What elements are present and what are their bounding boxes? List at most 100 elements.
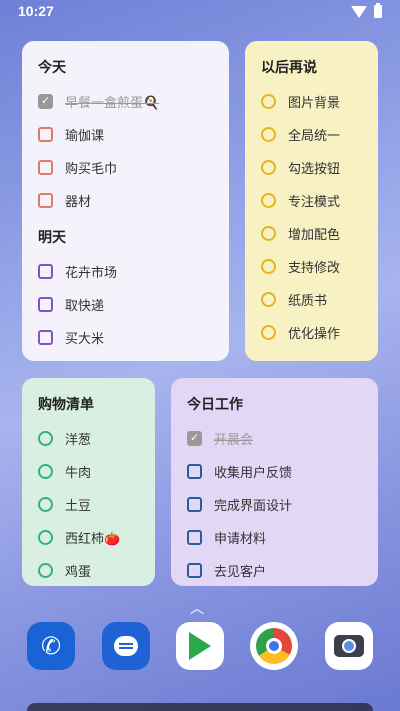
todo-label: 西红柿🍅	[65, 532, 121, 547]
checkbox-icon[interactable]	[38, 563, 53, 578]
checkbox-icon[interactable]	[38, 160, 53, 175]
todo-item[interactable]: 取快递	[38, 288, 213, 321]
todo-item[interactable]: 增加配色	[261, 217, 362, 250]
status-time: 10:27	[18, 3, 54, 19]
todo-item[interactable]: 勾选按钮	[261, 151, 362, 184]
todo-item[interactable]: 鸡蛋	[38, 554, 139, 587]
checkbox-icon[interactable]	[187, 464, 202, 479]
todo-item[interactable]: 早餐一盒煎蛋🍳	[38, 85, 213, 118]
wifi-icon	[351, 5, 367, 18]
navigation-handle[interactable]	[27, 703, 373, 711]
todo-item[interactable]: 去见客户	[187, 554, 362, 587]
todo-label: 买大米	[65, 332, 105, 347]
checkbox-icon[interactable]	[38, 497, 53, 512]
today-widget[interactable]: 今天 早餐一盒煎蛋🍳 瑜伽课 购买毛巾 器材 明天 花卉市场 取快递 买大米	[22, 41, 229, 361]
checkbox-icon[interactable]	[261, 160, 276, 175]
chevron-up-icon[interactable]: ︿	[190, 598, 204, 618]
battery-icon	[374, 3, 382, 18]
todo-label: 收集用户反馈	[214, 466, 293, 481]
todo-label: 优化操作	[288, 327, 341, 342]
todo-item[interactable]: 申请材料	[187, 521, 362, 554]
todo-item[interactable]: 优化操作	[261, 316, 362, 349]
todo-label: 支持修改	[288, 261, 341, 276]
todo-label: 去见客户	[214, 565, 267, 580]
checkbox-icon[interactable]	[187, 530, 202, 545]
checkbox-icon[interactable]	[261, 193, 276, 208]
todo-label: 全局统一	[288, 129, 341, 144]
checkbox-icon[interactable]	[187, 563, 202, 578]
checkbox-icon[interactable]	[187, 497, 202, 512]
todo-item[interactable]: 瑜伽课	[38, 118, 213, 151]
later-title: 以后再说	[261, 60, 317, 76]
todo-item[interactable]: 专注模式	[261, 184, 362, 217]
todo-label: 洋葱	[65, 433, 92, 448]
checkbox-icon[interactable]	[38, 330, 53, 345]
checkbox-icon[interactable]	[38, 127, 53, 142]
checked-checkbox-icon[interactable]	[187, 431, 202, 446]
status-bar: 10:27	[0, 0, 400, 24]
todo-item[interactable]: 支持修改	[261, 250, 362, 283]
checkbox-icon[interactable]	[38, 297, 53, 312]
checkbox-icon[interactable]	[261, 127, 276, 142]
todo-label: 开晨会	[214, 433, 254, 448]
todo-item[interactable]: 西红柿🍅	[38, 521, 139, 554]
todo-label: 牛肉	[65, 466, 92, 481]
todo-label: 器材	[65, 195, 92, 210]
later-widget[interactable]: 以后再说 图片背景 全局统一 勾选按钮 专注模式 增加配色 支持修改 纸质书 优…	[245, 41, 378, 361]
todo-label: 土豆	[65, 499, 92, 514]
tomorrow-title: 明天	[38, 230, 66, 246]
checkbox-icon[interactable]	[38, 193, 53, 208]
checkbox-icon[interactable]	[38, 264, 53, 279]
chrome-icon[interactable]	[250, 622, 298, 670]
todo-item[interactable]: 器材	[38, 184, 213, 217]
checkbox-icon[interactable]	[38, 431, 53, 446]
checked-checkbox-icon[interactable]	[38, 94, 53, 109]
camera-body-icon	[334, 635, 364, 657]
todo-item[interactable]: 洋葱	[38, 422, 139, 455]
checkbox-icon[interactable]	[261, 94, 276, 109]
shopping-widget[interactable]: 购物清单 洋葱 牛肉 土豆 西红柿🍅 鸡蛋	[22, 378, 155, 586]
today-title: 今天	[38, 60, 66, 76]
work-title: 今日工作	[187, 397, 243, 413]
camera-icon[interactable]	[325, 622, 373, 670]
todo-item[interactable]: 纸质书	[261, 283, 362, 316]
todo-item[interactable]: 买大米	[38, 321, 213, 354]
todo-label: 图片背景	[288, 96, 341, 111]
checkbox-icon[interactable]	[261, 325, 276, 340]
camera-lens-icon	[342, 639, 356, 653]
shopping-title: 购物清单	[38, 397, 94, 413]
todo-item[interactable]: 收集用户反馈	[187, 455, 362, 488]
todo-label: 纸质书	[288, 294, 328, 309]
chrome-core-icon	[266, 638, 282, 654]
todo-item[interactable]: 图片背景	[261, 85, 362, 118]
messages-icon[interactable]	[102, 622, 150, 670]
todo-label: 花卉市场	[65, 266, 118, 281]
todo-label: 瑜伽课	[65, 129, 105, 144]
todo-label: 取快递	[65, 299, 105, 314]
todo-item[interactable]: 购买毛巾	[38, 151, 213, 184]
phone-icon[interactable]: ✆	[27, 622, 75, 670]
todo-item[interactable]: 牛肉	[38, 455, 139, 488]
checkbox-icon[interactable]	[38, 530, 53, 545]
todo-item[interactable]: 花卉市场	[38, 255, 213, 288]
todo-label: 勾选按钮	[288, 162, 341, 177]
todo-label: 鸡蛋	[65, 565, 92, 580]
status-icons	[351, 3, 382, 18]
todo-item[interactable]: 土豆	[38, 488, 139, 521]
checkbox-icon[interactable]	[38, 464, 53, 479]
todo-item[interactable]: 完成界面设计	[187, 488, 362, 521]
todo-label: 申请材料	[214, 532, 267, 547]
checkbox-icon[interactable]	[261, 226, 276, 241]
play-store-icon[interactable]	[176, 622, 224, 670]
work-widget[interactable]: 今日工作 开晨会 收集用户反馈 完成界面设计 申请材料 去见客户	[171, 378, 378, 586]
todo-label: 早餐一盒煎蛋🍳	[65, 96, 160, 111]
checkbox-icon[interactable]	[261, 292, 276, 307]
todo-label: 购买毛巾	[65, 162, 118, 177]
todo-label: 完成界面设计	[214, 499, 293, 514]
checkbox-icon[interactable]	[261, 259, 276, 274]
todo-label: 增加配色	[288, 228, 341, 243]
play-triangle-icon	[189, 632, 211, 660]
todo-item[interactable]: 开晨会	[187, 422, 362, 455]
todo-item[interactable]: 全局统一	[261, 118, 362, 151]
chrome-ring-icon	[256, 628, 292, 664]
